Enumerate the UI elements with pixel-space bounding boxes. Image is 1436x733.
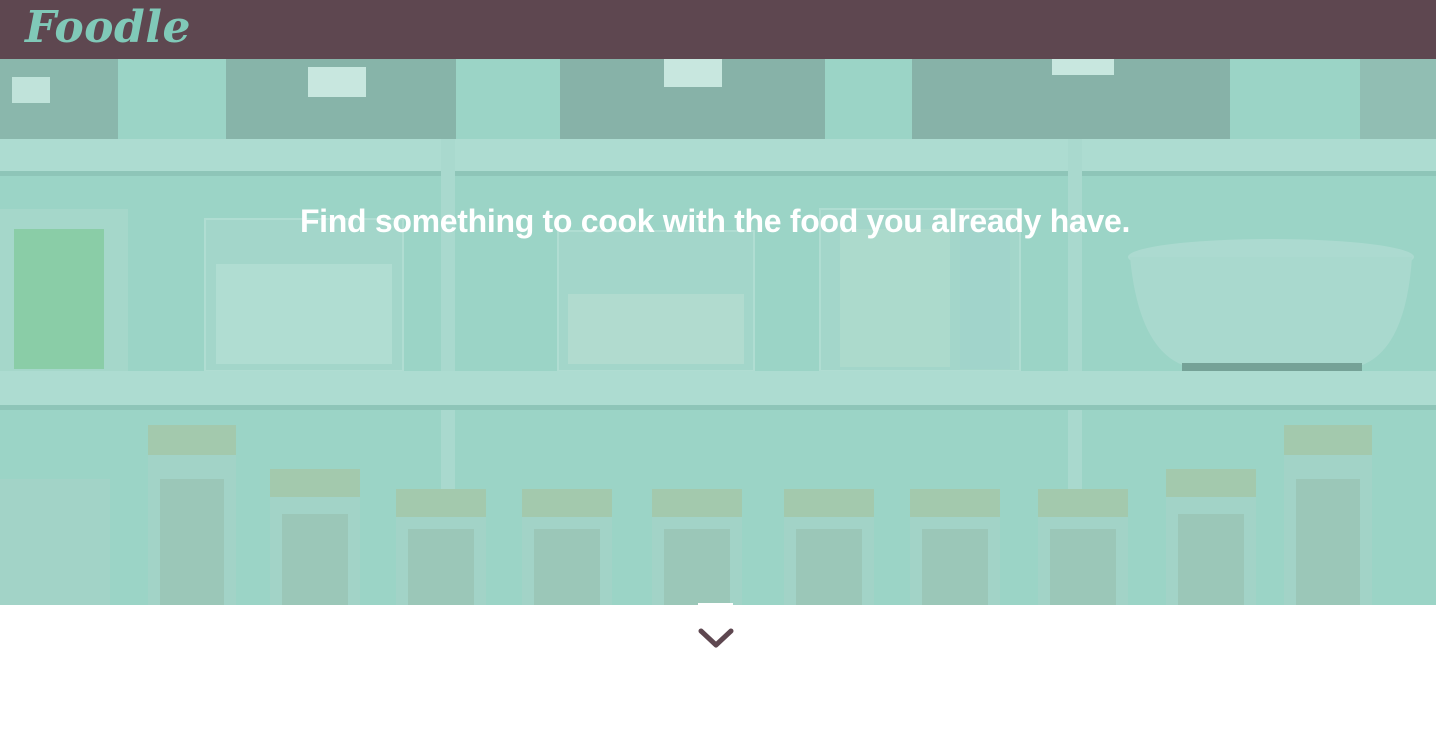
chevron-down-icon xyxy=(698,628,734,648)
scroll-down-button[interactable] xyxy=(696,624,736,654)
top-navbar: Foodle xyxy=(0,0,1436,59)
hero-headline: Find something to cook with the food you… xyxy=(299,203,1131,239)
hero-section: Find something to cook with the food you… xyxy=(0,59,1436,605)
hero-color-overlay xyxy=(0,59,1436,605)
section-divider-notch xyxy=(698,603,733,606)
logo[interactable]: Foodle xyxy=(25,0,191,56)
